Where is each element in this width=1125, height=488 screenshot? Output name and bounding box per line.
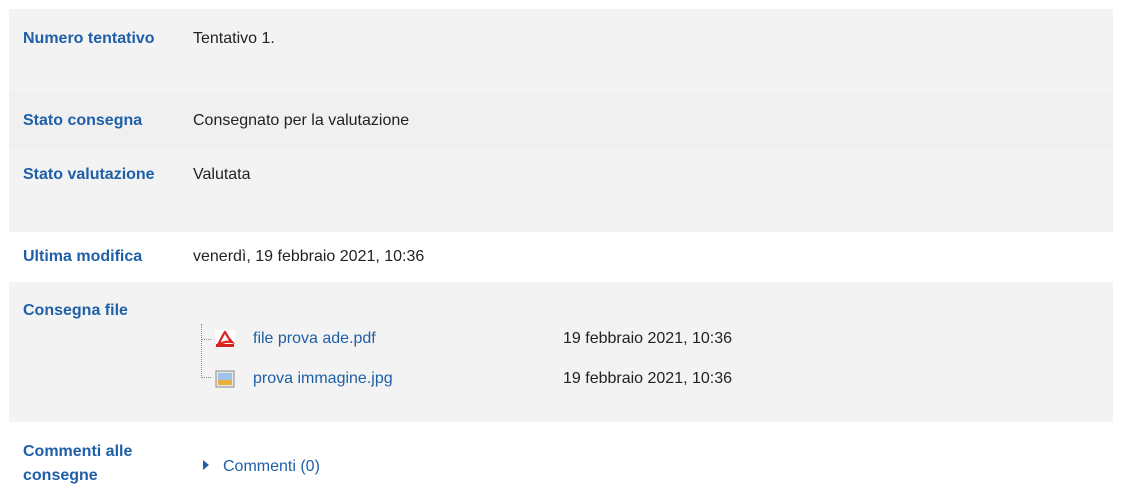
submission-comments-label: Commenti alle consegne (23, 443, 133, 484)
image-file-icon (215, 370, 235, 388)
grading-status-label: Stato valutazione (23, 166, 155, 183)
file-submissions-label: Consegna file (23, 302, 128, 319)
submission-status-value: Consegnato per la valutazione (193, 112, 410, 129)
row-submission-comments: Commenti alle consegne Commenti (0) (9, 422, 1113, 484)
row-submission-status: Stato consegna Consegnato per la valutaz… (9, 92, 1113, 149)
comments-toggle-label: Commenti (0) (223, 458, 320, 475)
comments-toggle[interactable]: Commenti (0) (203, 455, 320, 479)
tree-branch (201, 377, 211, 378)
tree-branch (201, 339, 211, 340)
last-modified-label: Ultima modifica (23, 248, 143, 265)
file-date: 19 febbraio 2021, 10:36 (563, 370, 733, 387)
file-link-image[interactable]: prova immagine.jpg (253, 367, 393, 391)
caret-right-icon (203, 460, 209, 470)
pdf-file-icon (215, 330, 236, 348)
grading-status-value: Valutata (193, 166, 251, 183)
last-modified-value: venerdì, 19 febbraio 2021, 10:36 (193, 248, 425, 265)
submission-status-label: Stato consegna (23, 112, 143, 129)
file-list-item: prova immagine.jpg 19 febbraio 2021, 10:… (193, 365, 893, 393)
row-attempt-number: Numero tentativo Tentativo 1. (9, 9, 1113, 92)
file-list-item: file prova ade.pdf 19 febbraio 2021, 10:… (193, 325, 893, 353)
file-date: 19 febbraio 2021, 10:36 (563, 330, 733, 347)
file-link-pdf[interactable]: file prova ade.pdf (253, 327, 376, 351)
row-file-submissions: Consegna file file prova ade.pdf 19 febb… (9, 282, 1113, 422)
attempt-number-value: Tentativo 1. (193, 30, 275, 47)
row-last-modified: Ultima modifica venerdì, 19 febbraio 202… (9, 232, 1113, 282)
row-grading-status: Stato valutazione Valutata (9, 149, 1113, 232)
attempt-number-label: Numero tentativo (23, 30, 155, 47)
